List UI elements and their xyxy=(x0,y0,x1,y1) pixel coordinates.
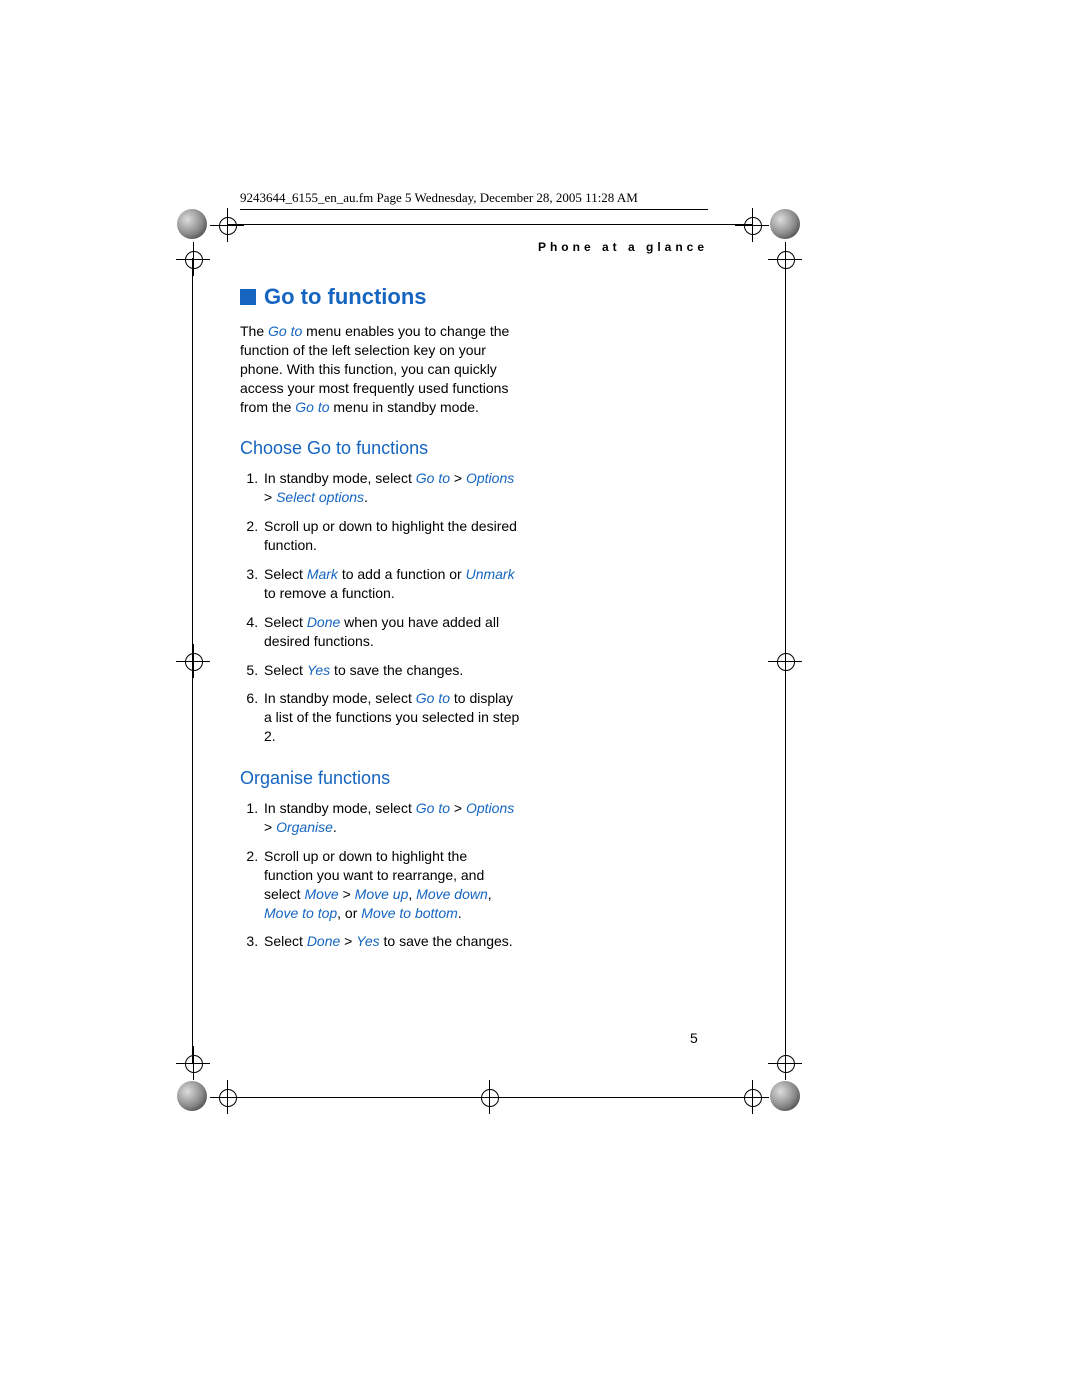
heading-go-to-functions: Go to functions xyxy=(240,284,520,310)
list-item: Select Done when you have added all desi… xyxy=(262,613,520,651)
crosshair-icon xyxy=(176,242,210,276)
crop-sphere-bottom-right xyxy=(770,1081,800,1111)
framemaker-header: 9243644_6155_en_au.fm Page 5 Wednesday, … xyxy=(240,190,708,210)
crosshair-icon xyxy=(472,1080,506,1114)
subheading-organise: Organise functions xyxy=(240,768,520,789)
subheading-choose: Choose Go to functions xyxy=(240,438,520,459)
crosshair-icon xyxy=(176,1046,210,1080)
organise-steps-list: In standby mode, select Go to > Options … xyxy=(240,799,520,951)
text-column: Go to functions The Go to menu enables y… xyxy=(240,284,520,951)
heading-text: Go to functions xyxy=(264,284,427,309)
list-item: Scroll up or down to highlight the desir… xyxy=(262,517,520,555)
list-item: Select Done > Yes to save the changes. xyxy=(262,932,520,951)
crosshair-icon xyxy=(210,1080,244,1114)
list-item: Select Yes to save the changes. xyxy=(262,661,520,680)
page-number: 5 xyxy=(690,1030,698,1046)
heading-bullet-icon xyxy=(240,289,256,305)
choose-steps-list: In standby mode, select Go to > Options … xyxy=(240,469,520,746)
list-item: In standby mode, select Go to > Options … xyxy=(262,469,520,507)
crosshair-icon xyxy=(735,1080,769,1114)
crosshair-icon xyxy=(176,644,210,678)
section-label: Phone at a glance xyxy=(240,240,708,254)
list-item: In standby mode, select Go to to display… xyxy=(262,689,520,746)
crop-sphere-bottom-left xyxy=(177,1081,207,1111)
list-item: Scroll up or down to highlight the funct… xyxy=(262,847,520,923)
crosshair-icon xyxy=(768,1046,802,1080)
page-content: 9243644_6155_en_au.fm Page 5 Wednesday, … xyxy=(240,190,860,961)
list-item: In standby mode, select Go to > Options … xyxy=(262,799,520,837)
list-item: Select Mark to add a function or Unmark … xyxy=(262,565,520,603)
crop-sphere-top-left xyxy=(177,209,207,239)
crosshair-icon xyxy=(210,208,244,242)
intro-paragraph: The Go to menu enables you to change the… xyxy=(240,322,520,416)
